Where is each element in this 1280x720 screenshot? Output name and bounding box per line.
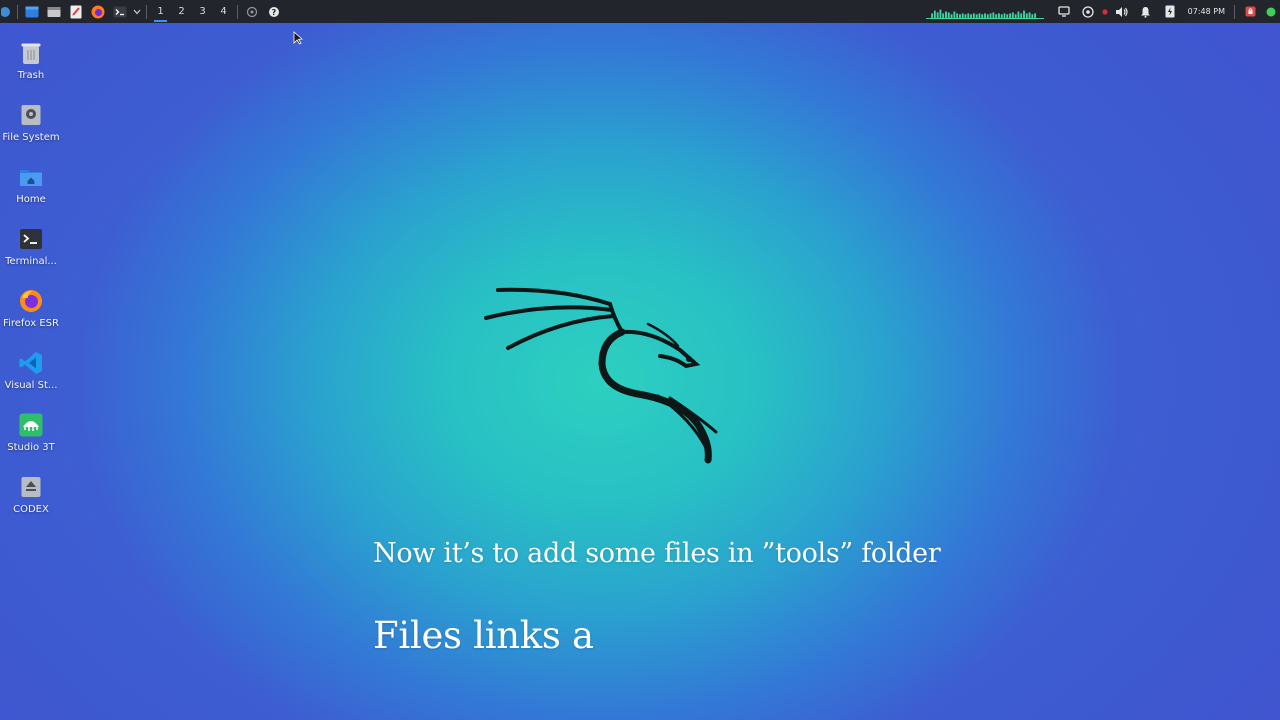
help-icon[interactable]: ?: [263, 0, 285, 23]
studio3t-icon: [18, 412, 44, 438]
screenshot-icon[interactable]: [241, 0, 263, 23]
home-folder-icon: [18, 164, 44, 190]
desktop-icon-label: Firefox ESR: [3, 318, 59, 329]
kali-dragon-logo: [484, 287, 718, 464]
desktop-icons: Trash File System Home Terminal... Firef…: [0, 36, 62, 532]
desktop-icon-studio3t[interactable]: Studio 3T: [0, 408, 62, 470]
notifications-bell-icon[interactable]: [1134, 0, 1158, 23]
desktop-icon-label: Visual St...: [4, 380, 58, 391]
mouse-cursor-icon: [293, 31, 303, 45]
terminal-icon: [18, 226, 44, 252]
desktop-icon-trash[interactable]: Trash: [0, 36, 62, 98]
desktop-icon-label: Studio 3T: [7, 442, 55, 453]
volume-icon[interactable]: [1110, 0, 1134, 23]
status-ok-icon[interactable]: [1262, 0, 1280, 23]
cpu-graph: [925, 9, 1044, 19]
show-desktop-icon[interactable]: [21, 0, 43, 23]
workspace-3[interactable]: 3: [192, 0, 213, 23]
power-manager-icon[interactable]: [1158, 0, 1182, 23]
firefox-icon[interactable]: [87, 0, 109, 23]
desktop-icon-codex[interactable]: CODEX: [0, 470, 62, 532]
desktop-icon-home[interactable]: Home: [0, 160, 62, 222]
lock-screen-icon[interactable]: [1238, 0, 1262, 23]
drive-eject-icon: [18, 474, 44, 500]
file-manager-icon[interactable]: [43, 0, 65, 23]
kali-menu-icon[interactable]: [0, 0, 14, 23]
workspace-2[interactable]: 2: [171, 0, 192, 23]
desktop-icon-firefox[interactable]: Firefox ESR: [0, 284, 62, 346]
desktop-icon-label: File System: [2, 132, 60, 143]
svg-text:?: ?: [272, 8, 277, 17]
clock[interactable]: 07:48 PM: [1182, 7, 1231, 16]
vscode-icon: [18, 350, 44, 376]
top-panel: 1 2 3 4 ? 07:48 PM: [0, 0, 1280, 23]
drive-icon: [18, 102, 44, 128]
desktop-icon-label: Terminal...: [5, 256, 57, 267]
text-editor-icon[interactable]: [65, 0, 87, 23]
trash-icon: [18, 40, 44, 66]
terminal-icon[interactable]: [109, 0, 131, 23]
desktop-icon-terminal[interactable]: Terminal...: [0, 222, 62, 284]
workspace-1[interactable]: 1: [150, 0, 171, 23]
caption-line-1: Now it’s to add some files in ”tools” fo…: [373, 538, 941, 569]
screen-icon[interactable]: [1052, 0, 1076, 23]
chevron-down-icon[interactable]: [131, 0, 143, 23]
record-indicator-icon[interactable]: [1100, 0, 1110, 23]
desktop-icon-label: Trash: [17, 70, 45, 81]
caption-line-2: Files links a: [373, 614, 594, 657]
desktop-icon-file-system[interactable]: File System: [0, 98, 62, 160]
desktop-icon-vscode[interactable]: Visual St...: [0, 346, 62, 408]
firefox-icon: [18, 288, 44, 314]
workspace-4[interactable]: 4: [213, 0, 234, 23]
network-icon[interactable]: [1076, 0, 1100, 23]
desktop-icon-label: Home: [16, 194, 46, 205]
desktop-icon-label: CODEX: [13, 504, 49, 515]
